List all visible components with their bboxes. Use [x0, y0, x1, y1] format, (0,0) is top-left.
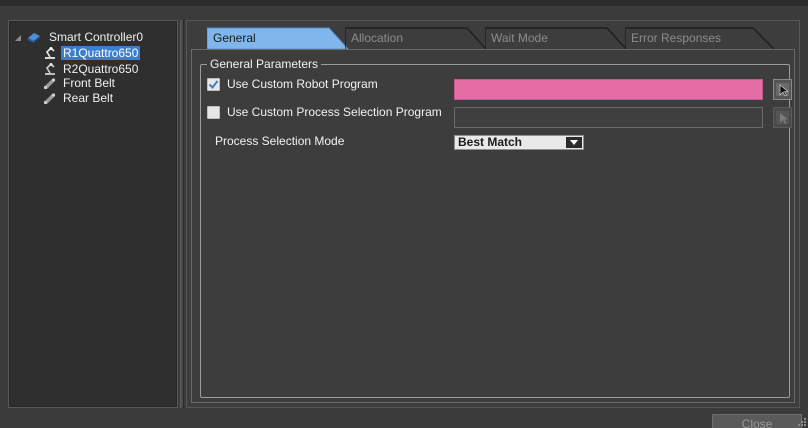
close-button[interactable]: Close — [712, 414, 802, 428]
dropdown-arrow — [566, 137, 582, 148]
tab-wait-mode[interactable]: Wait Mode — [485, 27, 627, 49]
tab-label: Allocation — [351, 31, 404, 45]
browse-robot-program-button[interactable] — [773, 79, 792, 100]
tree-item-label: Front Belt — [63, 76, 116, 90]
pointer-arrow-icon — [776, 111, 789, 124]
process-selection-program-field[interactable] — [454, 107, 763, 128]
resize-grip-icon[interactable] — [798, 418, 806, 426]
tree-item-label: Smart Controller0 — [49, 30, 144, 44]
properties-panel: General Allocation Wait Mode Error Respo… — [186, 20, 800, 408]
use-custom-robot-program-label: Use Custom Robot Program — [227, 77, 378, 91]
tab-page-general: General Parameters Use Custom Robot Prog… — [191, 49, 795, 403]
tab-label: Wait Mode — [491, 31, 548, 45]
general-parameters-group: General Parameters Use Custom Robot Prog… — [200, 57, 792, 398]
robot-program-field[interactable] — [454, 79, 763, 100]
controller-icon — [28, 33, 40, 43]
tab-label: Error Responses — [631, 31, 722, 45]
checkmark-icon — [208, 80, 219, 90]
pointer-arrow-icon — [776, 83, 789, 97]
tree-item-label: R1Quattro650 — [61, 46, 141, 60]
tab-general[interactable]: General — [207, 27, 349, 49]
belt-icon — [43, 78, 56, 90]
robot-arm-icon — [45, 46, 55, 59]
use-custom-process-selection-checkbox[interactable] — [207, 106, 220, 119]
tab-allocation[interactable]: Allocation — [345, 27, 487, 49]
belt-icon — [43, 93, 56, 105]
group-title: General Parameters — [207, 57, 322, 71]
tab-error-responses[interactable]: Error Responses — [625, 27, 775, 49]
process-selection-mode-dropdown[interactable]: Best Match — [454, 135, 584, 150]
dropdown-value: Best Match — [458, 135, 523, 149]
tab-strip: General Allocation Wait Mode Error Respo… — [207, 27, 777, 49]
controller-tree: Smart Controller0 R1Quattro650 R2Quattro… — [8, 20, 178, 408]
browse-process-selection-button[interactable] — [773, 107, 792, 128]
chevron-down-icon — [570, 140, 578, 145]
robot-arm-icon — [45, 62, 55, 75]
use-custom-process-selection-label: Use Custom Process Selection Program — [227, 105, 442, 119]
collapse-triangle-icon[interactable] — [15, 34, 23, 42]
dialog-window: Smart Controller0 R1Quattro650 R2Quattro… — [0, 0, 808, 428]
process-selection-mode-label: Process Selection Mode — [215, 134, 345, 148]
tree-item-label: R2Quattro650 — [63, 62, 139, 76]
tab-label: General — [213, 31, 256, 45]
use-custom-robot-program-checkbox[interactable] — [207, 78, 220, 91]
panel-splitter[interactable] — [180, 20, 184, 408]
tree-item-label: Rear Belt — [63, 91, 114, 105]
